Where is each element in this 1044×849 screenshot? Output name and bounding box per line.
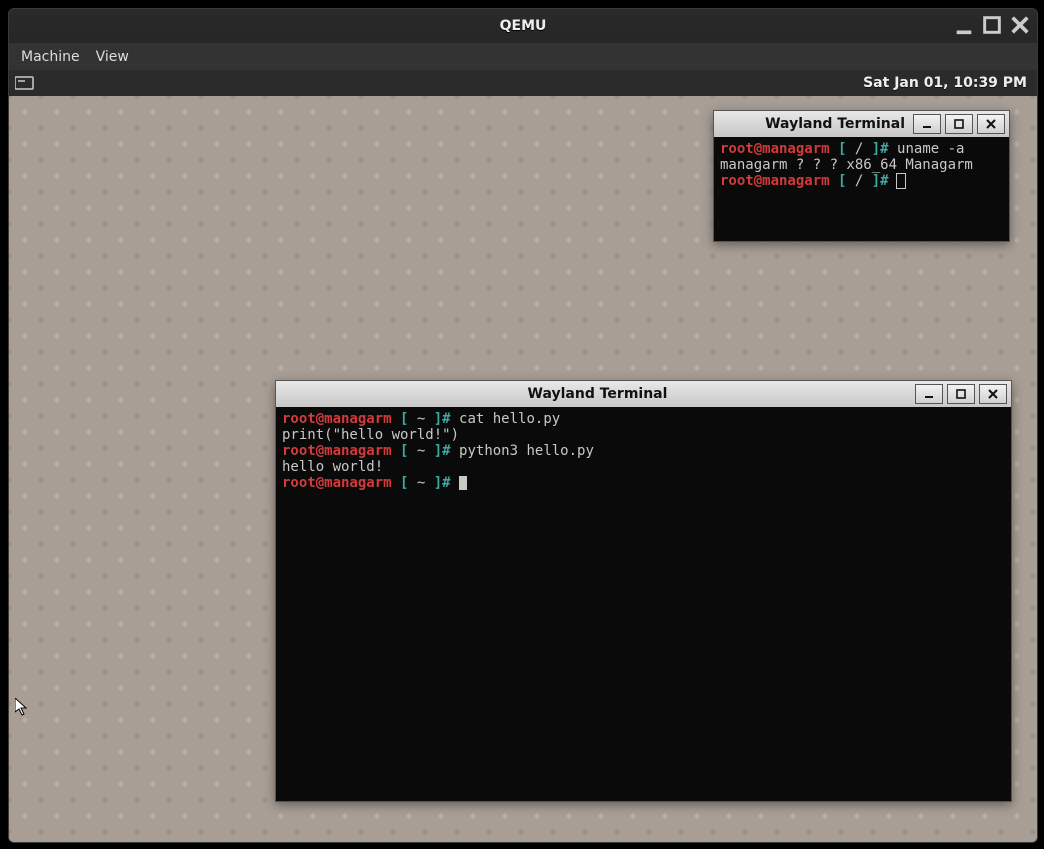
prompt-bracket: ]#	[425, 411, 459, 427]
qemu-window-controls	[953, 15, 1031, 35]
maximize-icon	[953, 118, 965, 130]
terminal-large-minimize-button[interactable]	[915, 384, 943, 404]
terminal-window-small[interactable]: Wayland Terminal root@managarm [ / ]# un…	[713, 110, 1010, 242]
terminal-large-maximize-button[interactable]	[947, 384, 975, 404]
prompt-user: root@managarm	[720, 173, 830, 189]
terminal-window-large[interactable]: Wayland Terminal root@managarm [ ~ ]# ca…	[275, 380, 1012, 802]
prompt-bracket: [	[830, 173, 855, 189]
terminal-large-body[interactable]: root@managarm [ ~ ]# cat hello.py print(…	[276, 407, 1011, 801]
qemu-maximize-button[interactable]	[981, 15, 1003, 35]
prompt-user: root@managarm	[282, 443, 392, 459]
prompt-user: root@managarm	[282, 475, 392, 491]
qemu-minimize-button[interactable]	[953, 15, 975, 35]
qemu-titlebar: QEMU	[9, 9, 1037, 43]
prompt-bracket: [	[392, 475, 417, 491]
prompt-bracket: ]#	[863, 173, 897, 189]
minimize-icon	[923, 388, 935, 400]
guest-surface: Sat Jan 01, 10:39 PM Wayland Terminal ro…	[9, 70, 1037, 842]
minimize-icon	[921, 118, 933, 130]
desktop-panel: Sat Jan 01, 10:39 PM	[9, 70, 1037, 97]
prompt-bracket: ]#	[425, 443, 459, 459]
terminal-large-controls	[911, 384, 1007, 404]
panel-clock: Sat Jan 01, 10:39 PM	[863, 75, 1027, 91]
prompt-bracket: [	[392, 411, 417, 427]
terminal-small-title: Wayland Terminal	[722, 116, 909, 132]
terminal-small-body[interactable]: root@managarm [ / ]# uname -a managarm ?…	[714, 137, 1009, 241]
menu-view[interactable]: View	[96, 49, 129, 65]
prompt-bracket: ]#	[425, 475, 459, 491]
minimize-icon	[953, 14, 975, 36]
terminal-command: cat hello.py	[459, 411, 560, 427]
terminal-small-controls	[909, 114, 1005, 134]
prompt-bracket: [	[830, 141, 855, 157]
close-icon	[987, 388, 999, 400]
terminal-cursor	[459, 476, 467, 490]
close-icon	[985, 118, 997, 130]
prompt-user: root@managarm	[720, 141, 830, 157]
launcher-icon[interactable]	[15, 75, 35, 91]
mouse-pointer-icon	[15, 698, 31, 723]
terminal-small-titlebar[interactable]: Wayland Terminal	[714, 111, 1009, 138]
prompt-bracket: [	[392, 443, 417, 459]
close-icon	[1009, 14, 1031, 36]
prompt-bracket: ]#	[863, 141, 897, 157]
maximize-icon	[955, 388, 967, 400]
terminal-command: python3 hello.py	[459, 443, 594, 459]
terminal-large-title: Wayland Terminal	[284, 386, 911, 402]
menu-machine[interactable]: Machine	[21, 49, 80, 65]
terminal-output: hello world!	[282, 459, 383, 475]
terminal-small-minimize-button[interactable]	[913, 114, 941, 134]
qemu-menubar: Machine View	[9, 43, 1037, 70]
qemu-title: QEMU	[500, 18, 547, 34]
maximize-icon	[981, 14, 1003, 36]
terminal-output: managarm ? ? ? x86_64 Managarm	[720, 157, 973, 173]
qemu-window: QEMU Machine View Sat Jan 01, 10:39 PM	[8, 8, 1038, 843]
prompt-user: root@managarm	[282, 411, 392, 427]
terminal-large-titlebar[interactable]: Wayland Terminal	[276, 381, 1011, 408]
terminal-command: uname -a	[897, 141, 964, 157]
terminal-large-close-button[interactable]	[979, 384, 1007, 404]
terminal-cursor	[897, 174, 905, 188]
terminal-small-maximize-button[interactable]	[945, 114, 973, 134]
terminal-output: print("hello world!")	[282, 427, 459, 443]
terminal-small-close-button[interactable]	[977, 114, 1005, 134]
qemu-close-button[interactable]	[1009, 15, 1031, 35]
